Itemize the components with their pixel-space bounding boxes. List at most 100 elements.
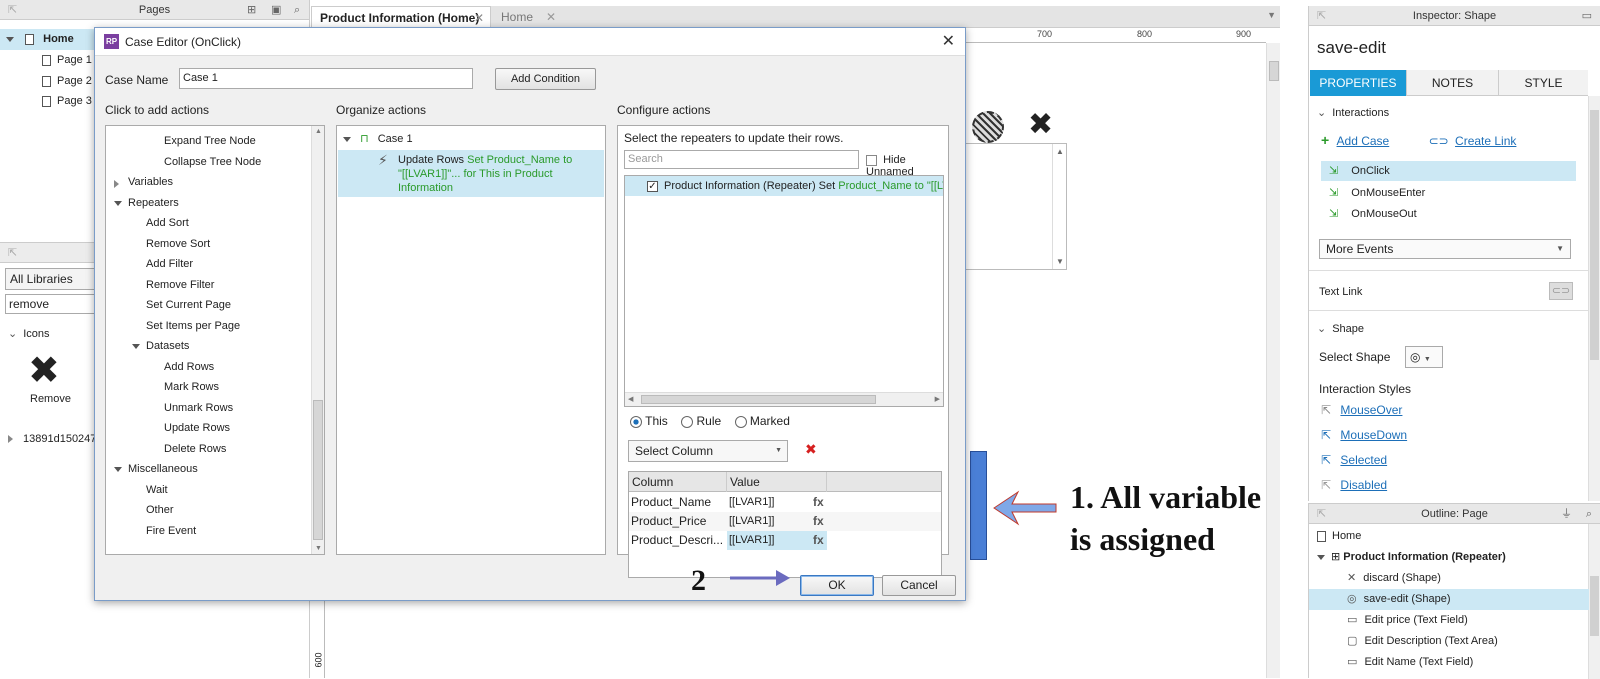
radio-rule[interactable]: Rule [681, 414, 721, 428]
close-tab-icon[interactable]: ✕ [474, 7, 484, 29]
scrollbar-thumb[interactable] [313, 400, 323, 540]
action-item[interactable]: Remove Filter [106, 275, 311, 296]
fx-icon[interactable]: fx [813, 493, 824, 512]
page-item-3[interactable]: Page 3 [42, 91, 92, 112]
more-events-dropdown[interactable]: More Events ▼ [1319, 239, 1571, 259]
style-mouseover[interactable]: ⇱ MouseOver [1309, 403, 1600, 417]
outline-item-edit-name[interactable]: ▭ Edit Name (Text Field) [1347, 652, 1473, 673]
event-onmouseenter[interactable]: ⇲ OnMouseEnter [1321, 183, 1600, 203]
style-selected[interactable]: ⇱ Selected [1309, 453, 1600, 467]
style-mousedown[interactable]: ⇱ MouseDown [1309, 428, 1600, 442]
window-icon[interactable]: ▭ [1582, 6, 1592, 26]
library-footer-item[interactable]: 13891d150247 [8, 433, 96, 445]
tab-notes[interactable]: NOTES [1406, 70, 1498, 96]
cancel-button[interactable]: Cancel [882, 575, 956, 596]
scrollbar-thumb[interactable] [1269, 61, 1279, 81]
add-case-link[interactable]: Add Case [1337, 134, 1390, 148]
remove-icon[interactable]: ✖ [28, 351, 60, 391]
element-name[interactable]: save-edit [1317, 38, 1386, 58]
search-icon[interactable]: ⌕ [1586, 504, 1592, 524]
collapse-icon[interactable]: ⇱ [8, 0, 17, 20]
radio-this[interactable]: This [630, 414, 668, 428]
repeater-search-input[interactable]: Search [624, 150, 859, 169]
scroll-left-icon[interactable]: ◀ [628, 395, 633, 403]
grid-row[interactable]: Product_Price [[LVAR1]] fx [629, 512, 941, 531]
canvas-discard-icon[interactable]: ✖ [1028, 108, 1053, 142]
actions-scrollbar[interactable]: ▲ ▼ [311, 126, 324, 554]
select-column-dropdown[interactable]: Select Column ▼ [628, 440, 788, 462]
action-item[interactable]: Add Rows [106, 357, 311, 378]
scroll-up-icon[interactable]: ▲ [1056, 147, 1064, 156]
action-item[interactable]: Fire Event [106, 521, 311, 542]
case-name-input[interactable]: Case 1 [179, 68, 473, 89]
add-case-icon[interactable]: + [1321, 132, 1329, 148]
action-item[interactable]: Collapse Tree Node [106, 152, 311, 173]
expand-icon[interactable] [8, 435, 13, 444]
event-onclick[interactable]: ⇲ OnClick [1321, 161, 1576, 181]
checkbox[interactable] [866, 154, 877, 166]
search-icon[interactable]: ⌕ [294, 0, 300, 20]
icons-group[interactable]: ⌄ Icons [8, 327, 50, 340]
filter-icon[interactable]: ⏚ [1561, 504, 1572, 524]
radio[interactable] [734, 415, 747, 428]
grid-cell-value[interactable]: [[LVAR1]] [729, 493, 809, 512]
action-item[interactable]: Mark Rows [106, 377, 311, 398]
delete-column-icon[interactable]: ✖ [805, 441, 817, 458]
style-disabled[interactable]: ⇱ Disabled [1309, 478, 1600, 492]
fx-icon[interactable]: fx [813, 512, 824, 531]
scroll-down-icon[interactable]: ▼ [1056, 257, 1064, 266]
action-item[interactable]: Delete Rows [106, 439, 311, 460]
close-icon[interactable]: ✕ [942, 28, 955, 56]
link-icon[interactable]: ⊂⊃ [1429, 134, 1449, 148]
collapse-icon[interactable]: ⇱ [1317, 504, 1326, 524]
create-link[interactable]: Create Link [1455, 134, 1516, 148]
close-tab-icon[interactable]: ✕ [546, 6, 556, 28]
action-item[interactable]: Unmark Rows [106, 398, 311, 419]
text-link-button[interactable]: ⊂⊃ [1549, 282, 1573, 300]
case-node[interactable]: ⊓ Case 1 [343, 129, 413, 149]
grid-cell-value[interactable]: [[LVAR1]] [727, 531, 827, 550]
style-link[interactable]: Selected [1340, 453, 1387, 467]
tab-style[interactable]: STYLE [1498, 70, 1588, 96]
outline-item-edit-price[interactable]: ▭ Edit price (Text Field) [1347, 610, 1468, 631]
style-link[interactable]: MouseDown [1340, 428, 1407, 442]
scrollbar-thumb[interactable] [1590, 576, 1599, 636]
tab-menu-icon[interactable]: ▼ [1267, 10, 1276, 20]
ok-button[interactable]: OK [800, 575, 874, 596]
action-item[interactable]: Variables [106, 172, 311, 193]
action-item[interactable]: Remove Sort [106, 234, 311, 255]
outline-item-edit-description[interactable]: ▢ Edit Description (Text Area) [1347, 631, 1498, 652]
select-shape-button[interactable]: ◎ ▼ [1405, 346, 1443, 368]
fx-icon[interactable]: fx [813, 531, 824, 550]
expand-icon[interactable] [114, 467, 122, 472]
canvas-scrollbar[interactable] [1266, 43, 1280, 678]
tab-home[interactable]: Home ✕ [495, 6, 560, 28]
outline-item-save-edit[interactable]: ◎ save-edit (Shape) [1309, 589, 1589, 610]
outline-root[interactable]: Home [1317, 526, 1361, 547]
scroll-right-icon[interactable]: ▶ [935, 395, 940, 403]
action-item[interactable]: Repeaters [106, 193, 311, 214]
action-item[interactable]: Set Current Page [106, 295, 311, 316]
shape-section[interactable]: ⌄ Shape [1309, 322, 1600, 335]
style-link[interactable]: MouseOver [1340, 403, 1402, 417]
action-update-rows[interactable]: ⚡ Update Rows Set Product_Name to "[[LVA… [338, 150, 604, 197]
scrollbar-thumb[interactable] [641, 395, 876, 404]
action-item[interactable]: Update Rows [106, 418, 311, 439]
outline-repeater[interactable]: ⊞ Product Information (Repeater) [1317, 547, 1506, 568]
repeater-row[interactable]: ✓ Product Information (Repeater) Set Prod… [625, 176, 943, 196]
radio-marked[interactable]: Marked [734, 414, 790, 428]
page-item-1[interactable]: Page 1 [42, 50, 92, 71]
action-item[interactable]: Other [106, 500, 311, 521]
radio-selected[interactable] [630, 415, 642, 428]
expand-icon[interactable] [114, 200, 122, 206]
page-item-2[interactable]: Page 2 [42, 71, 92, 92]
tab-product-information[interactable]: Product Information (Home) ✕ [311, 6, 491, 28]
action-item[interactable]: Add Filter [106, 254, 311, 275]
action-item[interactable]: Expand Tree Node [106, 131, 311, 152]
scroll-down-icon[interactable]: ▼ [315, 545, 322, 552]
grid-row[interactable]: Product_Descri... [[LVAR1]] fx [629, 531, 941, 550]
radio[interactable] [681, 415, 694, 428]
interactions-section[interactable]: ⌄ Interactions [1309, 106, 1600, 119]
scroll-up-icon[interactable]: ▲ [315, 128, 322, 135]
expand-icon[interactable] [132, 344, 140, 349]
